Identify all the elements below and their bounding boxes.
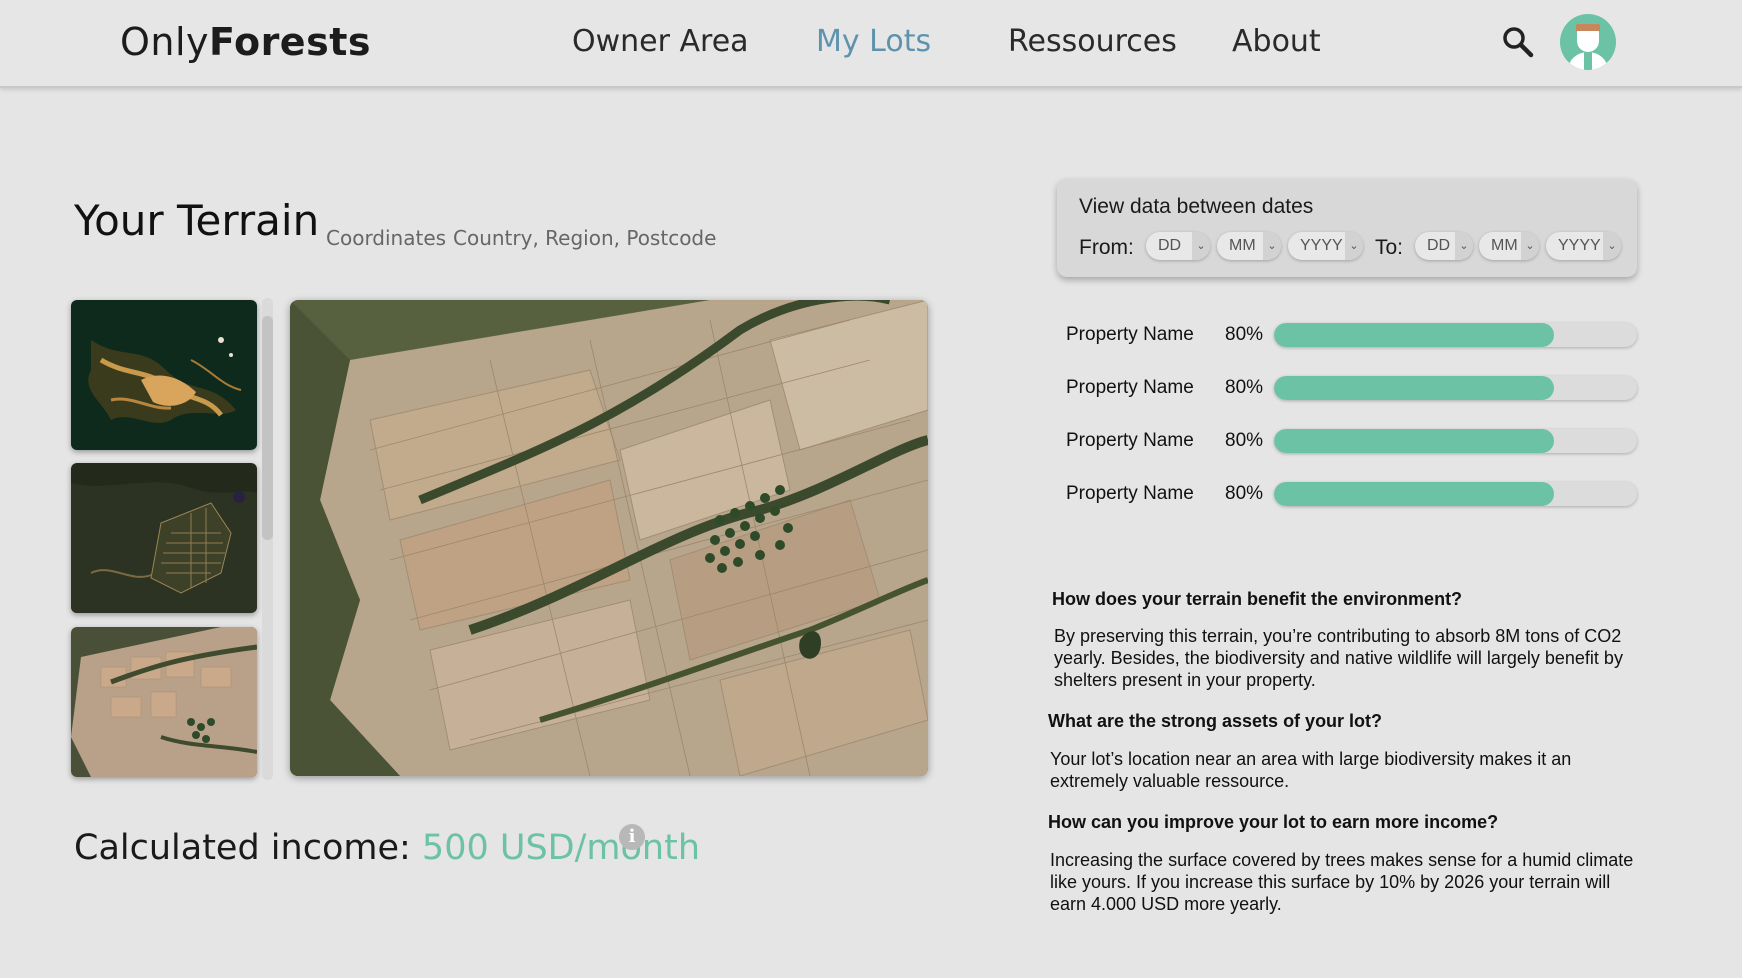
property-name: Property Name: [1066, 483, 1194, 504]
page-title: Your Terrain: [74, 196, 320, 245]
logo[interactable]: OnlyForests: [120, 20, 371, 64]
property-progress-bar: [1274, 323, 1637, 347]
income-value: 500 USD/month: [421, 828, 701, 868]
property-progress-bar: [1274, 376, 1637, 400]
location-label: Country, Region, Postcode: [453, 226, 717, 250]
property-progress-bar: [1274, 482, 1637, 506]
nav-owner-area[interactable]: Owner Area: [572, 24, 749, 59]
nav-my-lots[interactable]: My Lots: [816, 24, 931, 59]
progress-fill: [1274, 376, 1554, 400]
to-label: To:: [1375, 236, 1404, 259]
nav-about[interactable]: About: [1232, 24, 1321, 59]
progress-fill: [1274, 323, 1554, 347]
from-year-select[interactable]: YYYY ⌄: [1288, 232, 1363, 260]
property-percent: 80%: [1225, 377, 1264, 398]
property-name: Property Name: [1066, 377, 1194, 398]
satellite-thumbnail-2[interactable]: [71, 463, 257, 613]
satellite-thumbnail-1[interactable]: [71, 300, 257, 450]
progress-fill: [1274, 482, 1554, 506]
nav-ressources[interactable]: Ressources: [1008, 24, 1177, 59]
from-label: From:: [1079, 236, 1134, 259]
from-day-select[interactable]: DD ⌄: [1146, 232, 1210, 260]
coordinates-label: Coordinates: [326, 226, 447, 250]
to-day-select[interactable]: DD ⌄: [1415, 232, 1473, 260]
question-assets: What are the strong assets of your lot?: [1048, 711, 1383, 731]
date-range-title: View data between dates: [1079, 195, 1314, 218]
from-month-select[interactable]: MM ⌄: [1217, 232, 1281, 260]
user-avatar-icon[interactable]: [1560, 14, 1616, 70]
question-environment: How does your terrain benefit the enviro…: [1052, 589, 1463, 609]
property-progress-bar: [1274, 429, 1637, 453]
date-range-panel: View data between dates From: DD ⌄ MM ⌄ YY…: [1057, 179, 1637, 277]
satellite-terrain-map[interactable]: [290, 300, 928, 776]
calculated-income: Calculated income: 500 USD/month: [74, 828, 700, 868]
satellite-thumbnail-3[interactable]: [71, 627, 257, 777]
to-month-select[interactable]: MM ⌄: [1479, 232, 1539, 260]
logo-bold-text: Forests: [209, 20, 371, 64]
top-navigation-bar: OnlyForests Owner Area My Lots Ressource…: [0, 0, 1742, 88]
logo-light-text: Only: [120, 20, 210, 64]
answer-assets: Your lot’s location near an area with la…: [1050, 749, 1572, 791]
property-name: Property Name: [1066, 430, 1194, 451]
question-income: How can you improve your lot to earn mor…: [1048, 812, 1499, 832]
income-label: Calculated income:: [74, 828, 422, 868]
thumbnail-scrollbar-thumb[interactable]: [262, 316, 273, 540]
search-icon[interactable]: [1500, 24, 1536, 60]
progress-fill: [1274, 429, 1554, 453]
property-name: Property Name: [1066, 324, 1194, 345]
property-percent: 80%: [1225, 483, 1264, 504]
info-icon[interactable]: i: [619, 824, 645, 850]
to-year-select[interactable]: YYYY ⌄: [1546, 232, 1621, 260]
answer-environment: By preserving this terrain, you’re contr…: [1054, 626, 1623, 690]
property-percent: 80%: [1225, 430, 1264, 451]
answer-income: Increasing the surface covered by trees …: [1050, 850, 1634, 914]
property-percent: 80%: [1225, 324, 1264, 345]
